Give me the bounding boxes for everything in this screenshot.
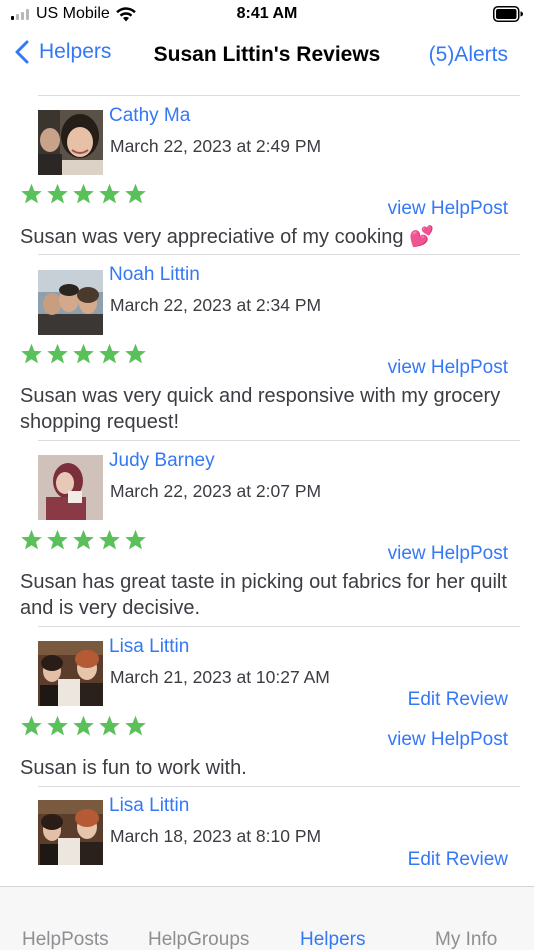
- review-list[interactable]: Cathy Ma March 22, 2023 at 2:49 PM view …: [0, 82, 534, 886]
- star-icon: [99, 715, 120, 736]
- view-helppost-link[interactable]: view HelpPost: [388, 357, 508, 379]
- star-icon: [125, 183, 146, 204]
- review-date: March 22, 2023 at 2:07 PM: [110, 481, 322, 501]
- star-icon: [21, 715, 42, 736]
- avatar: [38, 110, 103, 175]
- avatar: [38, 800, 103, 865]
- reviewer-name[interactable]: Cathy Ma: [109, 105, 190, 127]
- review-text: Susan has great taste in picking out fab…: [20, 571, 507, 619]
- reviewer-name[interactable]: Lisa Littin: [109, 636, 189, 658]
- star-icon: [125, 715, 146, 736]
- star-icon: [47, 343, 68, 364]
- star-icon: [73, 183, 94, 204]
- tab-helpers[interactable]: Helpers: [300, 929, 365, 950]
- view-helppost-link[interactable]: view HelpPost: [388, 729, 508, 751]
- tab-helpposts[interactable]: HelpPosts: [22, 929, 109, 950]
- avatar: [38, 641, 103, 706]
- battery-icon: [493, 6, 523, 22]
- review-text: Susan is fun to work with.: [20, 757, 247, 779]
- star-rating: [20, 343, 147, 365]
- list-divider: [38, 440, 520, 441]
- review-date: March 18, 2023 at 8:10 PM: [110, 826, 322, 846]
- star-icon: [99, 343, 120, 364]
- star-icon: [21, 183, 42, 204]
- star-icon: [73, 529, 94, 550]
- star-icon: [99, 183, 120, 204]
- star-icon: [73, 715, 94, 736]
- avatar: [38, 270, 103, 335]
- star-icon: [125, 343, 146, 364]
- reviewer-name[interactable]: Judy Barney: [109, 450, 215, 472]
- star-rating: [20, 183, 147, 205]
- alerts-button[interactable]: (5)Alerts: [429, 43, 508, 67]
- avatar: [38, 455, 103, 520]
- star-icon: [21, 529, 42, 550]
- star-icon: [21, 343, 42, 364]
- list-divider: [38, 254, 520, 255]
- reviewer-name[interactable]: Lisa Littin: [109, 795, 189, 817]
- edit-review-link[interactable]: Edit Review: [408, 689, 508, 711]
- tab-my-info[interactable]: My Info: [435, 929, 497, 950]
- star-icon: [47, 715, 68, 736]
- star-icon: [99, 529, 120, 550]
- star-icon: [47, 183, 68, 204]
- star-rating: [20, 529, 147, 551]
- review-date: March 22, 2023 at 2:34 PM: [110, 295, 322, 315]
- status-time: 8:41 AM: [236, 5, 298, 22]
- view-helppost-link[interactable]: view HelpPost: [388, 543, 508, 565]
- star-icon: [47, 529, 68, 550]
- star-icon: [73, 343, 94, 364]
- status-bar: US Mobile 8:41 AM: [0, 0, 534, 30]
- review-text: Susan was very quick and responsive with…: [20, 385, 501, 433]
- review-text: Susan was very appreciative of my cookin…: [20, 226, 434, 248]
- edit-review-link[interactable]: Edit Review: [408, 849, 508, 871]
- tab-helpgroups[interactable]: HelpGroups: [148, 929, 249, 950]
- list-divider: [38, 626, 520, 627]
- list-divider: [38, 95, 520, 96]
- list-divider: [38, 786, 520, 787]
- review-date: March 22, 2023 at 2:49 PM: [110, 136, 322, 156]
- navigation-bar: Helpers Susan Littin's Reviews (5)Alerts: [0, 30, 534, 82]
- view-helppost-link[interactable]: view HelpPost: [388, 198, 508, 220]
- tab-bar: HelpPosts HelpGroups Helpers My Info: [0, 886, 534, 950]
- reviewer-name[interactable]: Noah Littin: [109, 264, 200, 286]
- star-rating: [20, 715, 147, 737]
- star-icon: [125, 529, 146, 550]
- review-date: March 21, 2023 at 10:27 AM: [110, 667, 330, 687]
